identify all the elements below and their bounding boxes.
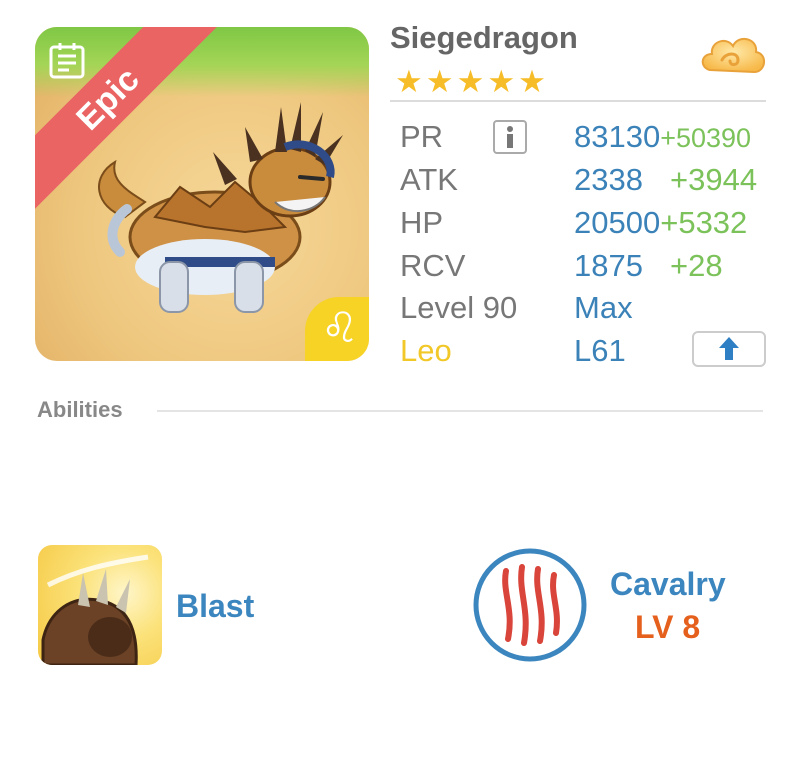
stat-label-level: Level 90 [400, 290, 518, 325]
stat-value: 20500 [574, 205, 661, 240]
stat-value-hp: 20500+5332 [574, 205, 747, 241]
stat-value: 1875 [574, 248, 643, 283]
stat-label-atk: ATK [400, 162, 458, 197]
stat-label-rcv: RCV [400, 248, 466, 283]
abilities-divider [157, 410, 763, 412]
stat-value-pr: 83130+50390 [574, 119, 751, 155]
cloud-icon[interactable] [698, 28, 768, 88]
star-rating: ★★★★★ [395, 64, 549, 99]
stat-value-level: Max [574, 290, 633, 325]
header-divider [390, 100, 766, 102]
stat-value-atk: 2338 [574, 162, 643, 198]
stat-label-pr: PR [400, 119, 444, 154]
stat-value: 83130 [574, 119, 661, 154]
stat-value-rcv: 1875 [574, 248, 643, 284]
stat-bonus-rcv: +28 [670, 248, 723, 283]
skill-icon[interactable] [38, 545, 162, 665]
arrow-up-icon [719, 337, 739, 360]
claw-marks-icon [473, 548, 587, 662]
trait-icon[interactable] [472, 547, 588, 663]
abilities-heading: Abilities [37, 397, 123, 422]
monster-portrait[interactable]: Epic ♌ [35, 27, 369, 361]
notes-icon[interactable] [47, 41, 87, 81]
upgrade-button[interactable] [692, 331, 766, 367]
leo-icon: ♌ [321, 304, 359, 351]
skill-name[interactable]: Blast [176, 588, 254, 625]
trait-level: LV 8 [635, 609, 701, 645]
stat-label-zodiac: Leo [400, 333, 452, 368]
stat-label-hp: HP [400, 205, 444, 240]
stat-bonus-atk: +3944 [670, 162, 758, 197]
info-icon [507, 126, 513, 148]
trait-name[interactable]: Cavalry [610, 566, 726, 603]
zodiac-badge[interactable]: ♌ [305, 297, 369, 361]
stat-bonus: +5332 [660, 205, 748, 240]
stat-bonus: +50390 [660, 123, 752, 153]
stat-value-zodiac: L61 [574, 333, 626, 368]
claw-paw-icon [41, 554, 149, 665]
stat-value: 2338 [574, 162, 643, 197]
info-button[interactable] [493, 120, 527, 154]
monster-name: Siegedragon [390, 20, 578, 55]
